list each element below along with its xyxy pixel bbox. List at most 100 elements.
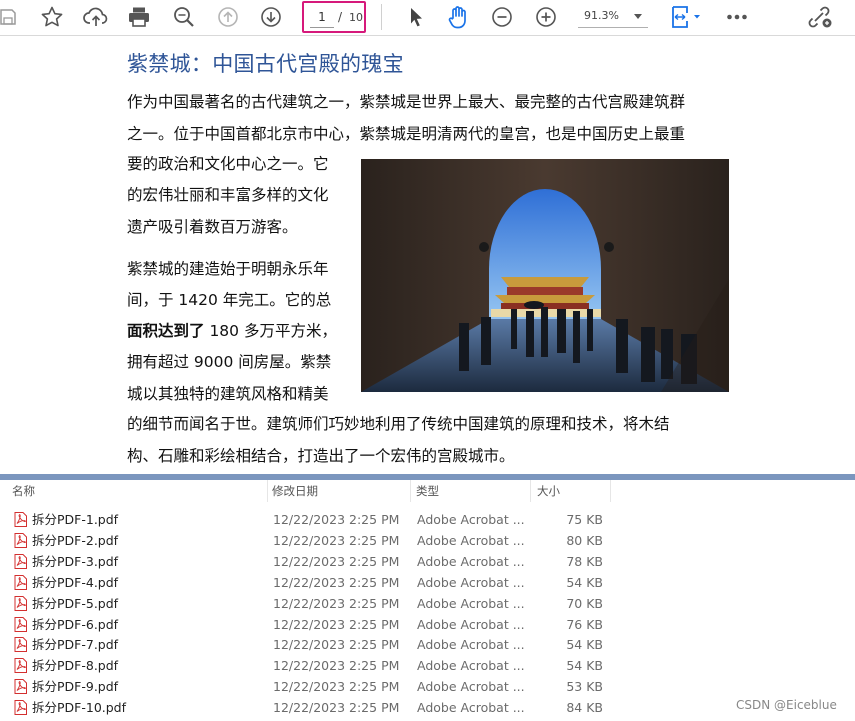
file-row[interactable]: 拆分PDF-3.pdf 12/22/2023 2:25 PM Adobe Acrob… (0, 551, 640, 572)
column-separator[interactable] (410, 480, 411, 502)
share-link-icon[interactable] (806, 3, 834, 31)
page-up-icon[interactable] (214, 3, 242, 31)
watermark: CSDN @Eiceblue (736, 698, 837, 712)
zoom-search-icon[interactable] (170, 3, 198, 31)
column-header-size[interactable]: 大小 (537, 481, 560, 501)
cloud-upload-icon[interactable] (82, 3, 110, 31)
body-line: 作为中国最著名的古代建筑之一，紫禁城是世界上最大、最完整的古代宫殿建筑群 (127, 93, 686, 111)
page-separator: / (338, 10, 343, 24)
chevron-down-icon (634, 14, 642, 19)
body-line: 的细节而闻名于世。建筑师们巧妙地利用了传统中国建筑的原理和技术，将木结 (127, 415, 670, 433)
file-type: Adobe Acrobat ... (417, 679, 525, 695)
column-separator[interactable] (267, 480, 268, 502)
file-name: 拆分PDF-4.pdf (32, 574, 119, 590)
file-size: 80 KB (566, 532, 603, 548)
file-modified-date: 12/22/2023 2:25 PM (273, 512, 400, 527)
pdf-file-icon (14, 532, 27, 548)
zoom-level-dropdown[interactable]: 91.3% (578, 6, 648, 28)
file-name: 拆分PDF-5.pdf (32, 595, 119, 611)
file-type: Adobe Acrobat ... (417, 616, 525, 632)
body-line: 之一。位于中国首都北京市中心，紫禁城是明清两代的皇宫，也是中国历史上最重 (127, 125, 686, 143)
column-separator[interactable] (530, 480, 531, 502)
column-header-name[interactable]: 名称 (12, 481, 35, 501)
body-line: 要的政治和文化中心之一。它 (127, 155, 329, 173)
page-down-icon[interactable] (257, 3, 285, 31)
file-name: 拆分PDF-7.pdf (32, 637, 119, 653)
zoom-level-value: 91.3% (584, 9, 619, 22)
file-modified-date: 12/22/2023 2:25 PM (273, 574, 400, 590)
fit-page-icon[interactable] (668, 3, 704, 31)
column-header-date[interactable]: 修改日期 (272, 481, 318, 501)
file-row[interactable]: 拆分PDF-9.pdf 12/22/2023 2:25 PM Adobe Acrob… (0, 676, 640, 697)
file-name: 拆分PDF-2.pdf (32, 532, 119, 548)
body-line: 构、石雕和彩绘相结合，打造出了一个宏伟的宫殿城市。 (127, 447, 515, 465)
body-line: 面积达到了 180 多万平方米， (127, 315, 337, 347)
file-type: Adobe Acrobat ... (417, 700, 525, 716)
file-modified-date: 12/22/2023 2:25 PM (273, 532, 400, 548)
more-options-icon[interactable] (723, 3, 751, 31)
file-row[interactable]: 拆分PDF-5.pdf 12/22/2023 2:25 PM Adobe Acrob… (0, 593, 640, 614)
file-row[interactable]: 拆分PDF-10.pdf 12/22/2023 2:25 PM Adobe Acro… (0, 697, 640, 718)
file-name: 拆分PDF-8.pdf (32, 658, 119, 674)
file-row[interactable]: 拆分PDF-4.pdf 12/22/2023 2:25 PM Adobe Acrob… (0, 572, 640, 593)
file-modified-date: 12/22/2023 2:25 PM (273, 679, 400, 695)
file-size: 78 KB (566, 553, 603, 569)
file-size: 54 KB (566, 637, 603, 653)
file-modified-date: 12/22/2023 2:25 PM (273, 658, 400, 674)
file-modified-date: 12/22/2023 2:25 PM (273, 637, 400, 653)
body-line: 城以其独特的建筑风格和精美 (127, 385, 329, 403)
file-modified-date: 12/22/2023 2:25 PM (273, 700, 400, 716)
file-row[interactable]: 拆分PDF-1.pdf 12/22/2023 2:25 PM Adobe Acrob… (0, 509, 640, 530)
pdf-file-icon (14, 700, 27, 716)
file-size: 84 KB (566, 700, 603, 716)
print-icon[interactable] (125, 3, 153, 31)
body-line: 拥有超过 9000 间房屋。紫禁 (127, 353, 332, 371)
pdf-file-icon (14, 574, 27, 590)
select-pointer-icon[interactable] (402, 3, 430, 31)
save-icon[interactable] (0, 3, 22, 31)
body-line: 的宏伟壮丽和丰富多样的文化 (127, 186, 329, 204)
file-row[interactable]: 拆分PDF-7.pdf 12/22/2023 2:25 PM Adobe Acrob… (0, 634, 640, 655)
file-size: 75 KB (566, 512, 603, 527)
bookmark-star-icon[interactable] (38, 3, 66, 31)
pdf-file-icon (14, 637, 27, 653)
hand-tool-icon[interactable] (444, 3, 472, 31)
file-size: 53 KB (566, 679, 603, 695)
bold-phrase: 面积达到了 (127, 322, 205, 340)
zoom-out-icon[interactable] (488, 3, 516, 31)
column-separator[interactable] (610, 480, 611, 502)
pdf-page: 紫禁城：中国古代宫殿的瑰宝 作为中国最著名的古代建筑之一，紫禁城是世界上最大、最… (0, 37, 855, 474)
pdf-file-icon (14, 595, 27, 611)
page-number-box: 1 / 10 (302, 1, 366, 33)
body-text: 180 多万平方米， (204, 322, 337, 340)
zoom-in-icon[interactable] (532, 3, 560, 31)
file-name: 拆分PDF-3.pdf (32, 553, 119, 569)
file-type: Adobe Acrobat ... (417, 512, 525, 527)
total-pages: 10 (349, 11, 363, 24)
column-header-type[interactable]: 类型 (416, 481, 439, 501)
file-type: Adobe Acrobat ... (417, 574, 525, 590)
file-name: 拆分PDF-10.pdf (32, 700, 127, 716)
pdf-file-icon (14, 679, 27, 695)
pdf-file-icon (14, 616, 27, 632)
file-type: Adobe Acrobat ... (417, 595, 525, 611)
pdf-toolbar: 1 / 10 91.3% (0, 0, 855, 36)
forbidden-city-photo (361, 159, 729, 392)
document-title: 紫禁城：中国古代宫殿的瑰宝 (127, 52, 404, 76)
current-page-input[interactable]: 1 (310, 8, 334, 28)
file-name: 拆分PDF-6.pdf (32, 616, 119, 632)
file-size: 54 KB (566, 658, 603, 674)
toolbar-divider (381, 4, 382, 30)
file-modified-date: 12/22/2023 2:25 PM (273, 616, 400, 632)
body-line: 紫禁城的建造始于明朝永乐年 (127, 260, 329, 278)
file-row[interactable]: 拆分PDF-8.pdf 12/22/2023 2:25 PM Adobe Acrob… (0, 655, 640, 676)
file-size: 54 KB (566, 574, 603, 590)
file-row[interactable]: 拆分PDF-6.pdf 12/22/2023 2:25 PM Adobe Acrob… (0, 614, 640, 635)
file-explorer-list: 名称 修改日期 类型 大小 拆分PDF-1.pdf 12/22/2023 2:25… (0, 480, 855, 721)
body-line: 间，于 1420 年完工。它的总 (127, 291, 332, 309)
file-name: 拆分PDF-9.pdf (32, 679, 119, 695)
file-type: Adobe Acrobat ... (417, 532, 525, 548)
file-row[interactable]: 拆分PDF-2.pdf 12/22/2023 2:25 PM Adobe Acrob… (0, 530, 640, 551)
pdf-file-icon (14, 658, 27, 674)
file-size: 76 KB (566, 616, 603, 632)
